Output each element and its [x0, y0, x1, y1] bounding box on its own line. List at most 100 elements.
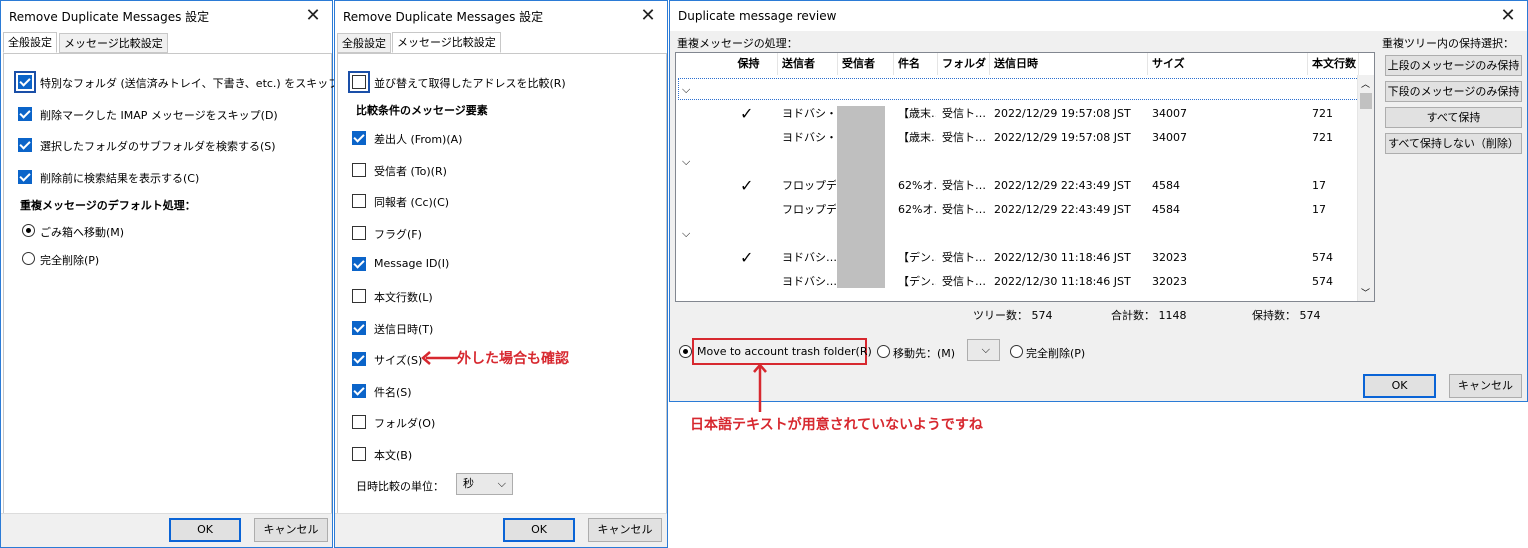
close-icon[interactable]: ✕ [302, 5, 324, 27]
table-cell: 4584 [1152, 179, 1180, 192]
radio-move-to-trash[interactable] [22, 224, 35, 237]
ok-button[interactable]: OK [169, 518, 241, 542]
tree-group-row[interactable]: ⌵ [676, 150, 1359, 174]
table-cell: 2022/12/29 19:57:08 JST [994, 107, 1131, 120]
table-row[interactable]: ヨドバシ… 【デン… 受信ト… 2022/12/30 11:18:46 JST 3202… [676, 270, 1359, 294]
ok-button[interactable]: OK [1363, 374, 1436, 398]
cancel-button[interactable]: キャンセル [588, 518, 662, 542]
table-cell: 32023 [1152, 251, 1187, 264]
checkbox-search-subfolders[interactable] [18, 138, 32, 152]
move-target-select[interactable]: ⌵ [967, 339, 1000, 361]
table-row[interactable]: ヨドバシ・… 【歳末… 受信ト… 2022/12/29 19:57:08 JST 340… [676, 126, 1359, 150]
radio-delete-permanently[interactable] [1010, 345, 1023, 358]
option-label: 削除マークした IMAP メッセージをスキップ(D) [40, 109, 278, 122]
table-cell: 2022/12/29 19:57:08 JST [994, 131, 1131, 144]
checkbox-criterion[interactable] [352, 131, 366, 145]
checkbox-criterion[interactable] [352, 289, 366, 303]
table-cell: 17 [1312, 203, 1326, 216]
checkbox-criterion[interactable] [352, 257, 366, 272]
column-header[interactable]: 送信者 [778, 53, 838, 75]
keep-top-only-button[interactable]: 上段のメッセージのみ保持 [1385, 55, 1522, 76]
column-header[interactable]: 保持 [720, 53, 778, 75]
table-cell: 2022/12/30 11:18:46 JST [994, 251, 1131, 264]
keep-none-delete-button[interactable]: すべて保持しない（削除） [1385, 133, 1522, 154]
chevron-down-icon[interactable]: ⌵ [682, 78, 690, 102]
annotation-arrow-up-icon [753, 363, 767, 412]
checkbox-criterion[interactable] [352, 194, 366, 209]
table-cell: 574 [1312, 275, 1333, 288]
table-cell: 【デン… [898, 275, 936, 288]
table-cell: 受信ト… [942, 107, 986, 120]
chevron-down-icon[interactable]: ⌵ [682, 150, 690, 174]
option-label: 特別なフォルダ (送信済みトレイ、下書き、etc.) をスキップ(K) [40, 77, 356, 90]
duplicate-review-window: Duplicate message review ✕ 重複メッセージの処理： 保… [669, 0, 1528, 402]
checkbox-skip-special-folders[interactable] [14, 71, 36, 93]
column-header[interactable]: 送信日時 [990, 53, 1148, 75]
column-header[interactable]: 本文行数 [1308, 53, 1359, 75]
criterion-label: 送信日時(T) [374, 322, 434, 336]
option-label: 削除前に検索結果を表示する(C) [40, 172, 200, 185]
time-unit-select[interactable]: 秒 ⌵ [456, 473, 513, 495]
scrollbar-thumb[interactable] [1360, 93, 1372, 109]
radio-move-to-trash[interactable] [679, 345, 692, 358]
annotation-missing-japanese-note: 日本語テキストが用意されていないようですね [690, 417, 983, 433]
table-cell: 【歳末… [898, 131, 936, 144]
chevron-down-icon[interactable]: ⌵ [682, 222, 690, 246]
checkbox-skip-imap-deleted[interactable] [18, 107, 32, 121]
checkbox-show-results[interactable] [18, 170, 32, 184]
table-row[interactable]: ✓ヨドバシ・…【歳末…受信ト…2022/12/29 19:57:08 JST34… [676, 102, 1359, 126]
chevron-down-icon: ⌵ [497, 477, 506, 490]
radio-move-to[interactable] [877, 345, 890, 358]
checkbox-criterion[interactable] [352, 162, 366, 177]
tab-general[interactable]: 全般設定 [337, 33, 391, 53]
cancel-button[interactable]: キャンセル [254, 518, 328, 542]
table-cell: 2022/12/30 11:18:46 JST [994, 275, 1131, 288]
cancel-button[interactable]: キャンセル [1449, 374, 1522, 398]
radio-delete-permanently[interactable] [22, 252, 35, 265]
criterion-label: 本文(B) [374, 449, 413, 462]
duplicate-table: 保持送信者受信者件名フォルダ送信日時サイズ本文行数 ⌵✓ヨドバシ・…【歳末…受信… [675, 52, 1375, 302]
table-cell: 【デン… [898, 251, 936, 264]
tab-general[interactable]: 全般設定 [3, 32, 57, 53]
tree-group-row[interactable]: ⌵ [676, 222, 1359, 246]
criterion-label: フラグ(F) [374, 227, 422, 241]
criterion-label: 本文行数(L) [374, 291, 433, 304]
checkbox-criterion[interactable] [352, 447, 366, 461]
close-icon[interactable]: ✕ [1497, 5, 1519, 27]
tab-message-compare[interactable]: メッセージ比較設定 [392, 32, 501, 53]
table-cell: 2022/12/29 22:43:49 JST [994, 203, 1131, 216]
table-cell: ヨドバシ・… [782, 131, 836, 144]
checkbox-criterion[interactable] [352, 225, 366, 240]
close-icon[interactable]: ✕ [637, 5, 659, 27]
scroll-down-icon[interactable]: ﹀ [1361, 286, 1370, 299]
checkbox-sorted-address-compare[interactable] [348, 71, 370, 93]
title-bar: Duplicate message review ✕ [670, 1, 1527, 31]
table-cell: 34007 [1152, 131, 1187, 144]
vertical-scrollbar[interactable]: ︿ ﹀ [1357, 75, 1374, 301]
checkbox-criterion[interactable] [352, 415, 366, 430]
checkbox-criterion[interactable] [352, 320, 366, 335]
redacted-recipient-block [837, 106, 885, 288]
table-cell: 62%オ… [898, 203, 936, 216]
table-cell: 4584 [1152, 203, 1180, 216]
keep-bottom-only-button[interactable]: 下段のメッセージのみ保持 [1385, 81, 1522, 102]
keep-all-button[interactable]: すべて保持 [1385, 107, 1522, 128]
tab-message-compare[interactable]: メッセージ比較設定 [59, 33, 168, 53]
column-header[interactable]: フォルダ [938, 53, 990, 75]
column-header[interactable]: サイズ [1148, 53, 1308, 75]
checkbox-criterion[interactable] [352, 352, 366, 367]
scroll-up-icon[interactable]: ︿ [1361, 77, 1370, 90]
table-row[interactable]: ✓フロップデ…62%オ…受信ト…2022/12/29 22:43:49 JST4… [676, 174, 1359, 198]
table-cell: 721 [1312, 107, 1333, 120]
tree-group-row[interactable]: ⌵ [676, 78, 1359, 102]
checkbox-criterion[interactable] [352, 383, 366, 398]
column-header[interactable]: 受信者 [838, 53, 894, 75]
table-row[interactable]: ✓ヨドバシ…【デン…受信ト…2022/12/30 11:18:46 JST320… [676, 246, 1359, 270]
table-row[interactable]: フロップデ… 62%オ… 受信ト… 2022/12/29 22:43:49 JST 45… [676, 198, 1359, 222]
criterion-label: 件名(S) [374, 385, 412, 399]
ok-button[interactable]: OK [503, 518, 575, 542]
section-heading: 重複メッセージの処理： [677, 37, 798, 50]
table-cell: 2022/12/29 22:43:49 JST [994, 179, 1131, 192]
criterion-label: 同報者 (Cc)(C) [374, 196, 450, 210]
column-header[interactable]: 件名 [894, 53, 938, 75]
